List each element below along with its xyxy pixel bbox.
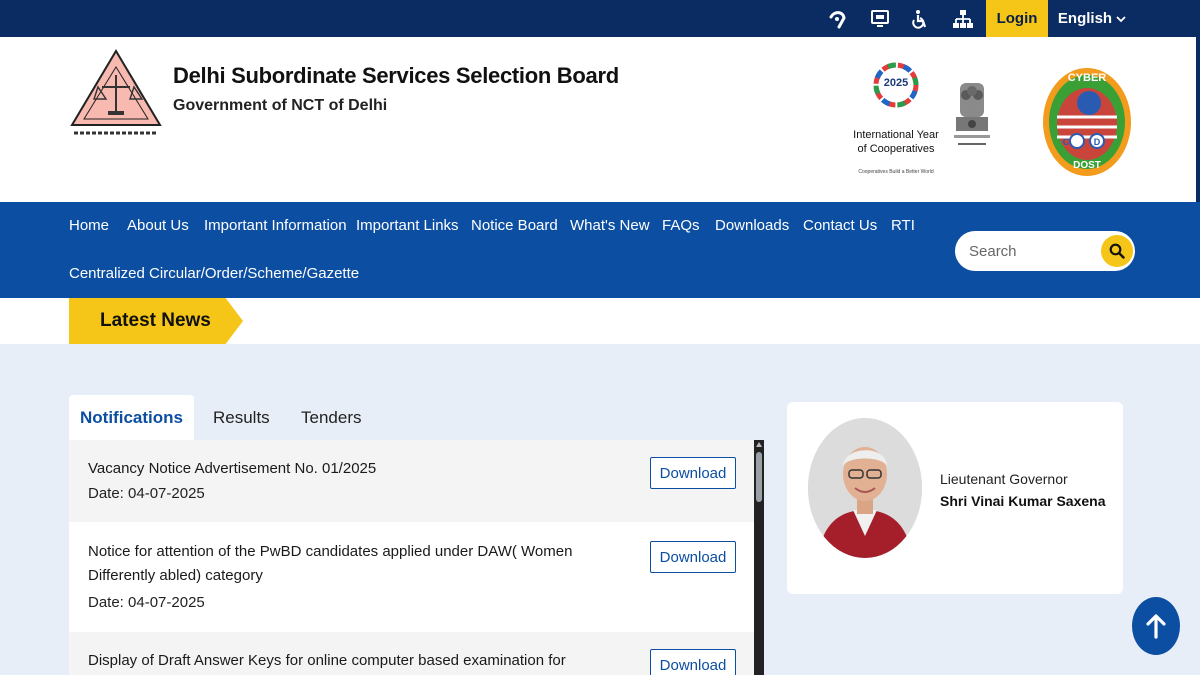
nav-item-important-links[interactable]: Important Links — [356, 217, 459, 234]
lg-portrait — [808, 418, 922, 558]
iyc-year: 2025 — [883, 77, 909, 89]
nav-item-home[interactable]: Home — [69, 217, 109, 234]
site-header: Delhi Subordinate Services Selection Boa… — [0, 37, 1200, 202]
notification-date: Date: 04-07-2025 — [88, 485, 205, 502]
top-utility-bar: Login English — [0, 0, 1200, 37]
notification-date: Date: 04-07-2025 — [88, 594, 205, 611]
cyber-mid-text: C D — [1063, 137, 1112, 147]
notification-title: Display of Draft Answer Keys for online … — [88, 652, 566, 669]
nav-item-centralized-circular[interactable]: Centralized Circular/Order/Scheme/Gazett… — [69, 265, 359, 282]
lg-card: Lieutenant Governor Shri Vinai Kumar Sax… — [787, 402, 1123, 594]
nav-item-downloads[interactable]: Downloads — [715, 217, 789, 234]
nav-item-rti[interactable]: RTI — [891, 217, 915, 234]
arrow-up-icon — [1146, 614, 1166, 639]
list-item: Vacancy Notice Advertisement No. 01/2025… — [69, 440, 754, 522]
tab-tenders[interactable]: Tenders — [301, 395, 361, 440]
cyber-dost-logo[interactable]: CYBER C D DOST — [1042, 67, 1132, 177]
cyber-bottom-text: DOST — [1073, 160, 1101, 171]
search-icon — [1109, 243, 1125, 259]
nav-item-notice-board[interactable]: Notice Board — [471, 217, 558, 234]
nav-item-about-us[interactable]: About Us — [127, 217, 189, 234]
skip-to-content-icon[interactable] — [866, 0, 894, 37]
iyc-line1: International Year — [853, 129, 939, 141]
screen-reader-icon[interactable] — [824, 0, 852, 37]
iyc-2025-logo: 2025 International Year of Cooperatives … — [848, 59, 944, 177]
nav-item-important-information[interactable]: Important Information — [204, 217, 347, 234]
iyc-tagline: Cooperatives Build a Better World — [858, 169, 934, 175]
nav-item-faqs[interactable]: FAQs — [662, 217, 700, 234]
org-title: Delhi Subordinate Services Selection Boa… — [173, 63, 619, 88]
download-button[interactable]: Download — [650, 541, 736, 573]
chevron-down-icon — [1116, 15, 1126, 22]
download-button[interactable]: Download — [650, 649, 736, 675]
cyber-top-text: CYBER — [1068, 72, 1107, 84]
scroll-up-icon[interactable] — [756, 442, 762, 447]
back-to-top-button[interactable] — [1132, 597, 1180, 655]
page-edge — [1196, 37, 1200, 202]
login-button[interactable]: Login — [986, 0, 1048, 37]
search-box — [955, 231, 1135, 271]
notification-list: Vacancy Notice Advertisement No. 01/2025… — [69, 440, 754, 675]
latest-news-tag: Latest News — [69, 298, 243, 344]
iyc-line2: of Cooperatives — [857, 143, 935, 155]
accessibility-icon[interactable] — [906, 0, 934, 37]
search-input[interactable] — [969, 239, 1099, 263]
scrollbar-thumb[interactable] — [756, 452, 762, 502]
list-item: Display of Draft Answer Keys for online … — [69, 632, 754, 675]
lg-role: Lieutenant Governor — [940, 471, 1068, 487]
sitemap-icon[interactable] — [948, 0, 978, 37]
nav-item-whats-new[interactable]: What's New — [570, 217, 650, 234]
dsssb-logo-icon[interactable] — [68, 47, 164, 141]
org-subtitle: Government of NCT of Delhi — [173, 97, 388, 114]
latest-news-bar: Latest News — [0, 298, 1200, 344]
list-item: Notice for attention of the PwBD candida… — [69, 522, 754, 632]
tab-notifications[interactable]: Notifications — [69, 395, 194, 440]
national-emblem-icon — [954, 83, 990, 145]
language-label: English — [1057, 10, 1113, 27]
lg-name: Shri Vinai Kumar Saxena — [940, 493, 1106, 509]
main-nav: Home About Us Important Information Impo… — [0, 202, 1200, 298]
tab-results[interactable]: Results — [213, 395, 270, 440]
list-scrollbar[interactable] — [754, 440, 764, 675]
notification-title: Vacancy Notice Advertisement No. 01/2025 — [88, 460, 377, 477]
search-button[interactable] — [1101, 235, 1133, 267]
language-selector[interactable]: English — [1056, 0, 1128, 37]
nav-item-contact-us[interactable]: Contact Us — [803, 217, 877, 234]
download-button[interactable]: Download — [650, 457, 736, 489]
notification-title: Notice for attention of the PwBD candida… — [88, 543, 573, 584]
